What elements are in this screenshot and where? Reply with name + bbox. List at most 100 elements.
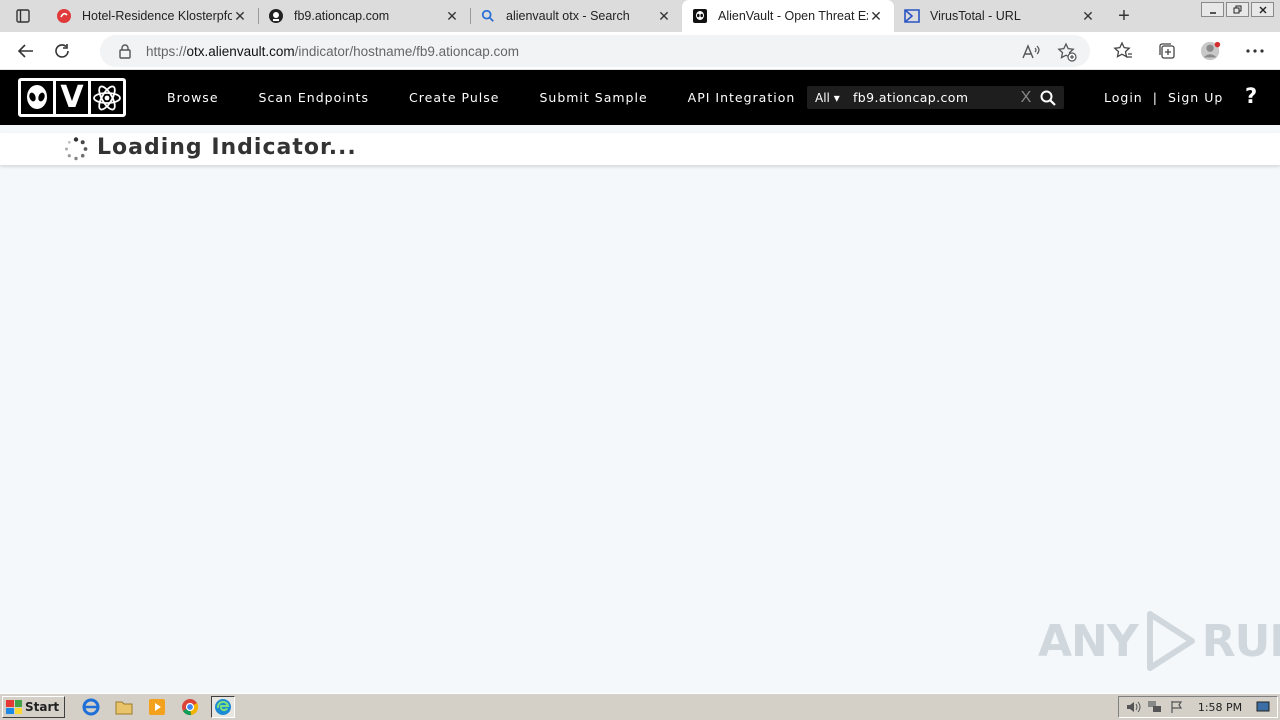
favorites-button[interactable] xyxy=(1112,40,1134,62)
tray-icons xyxy=(1125,700,1185,714)
help-icon[interactable]: ? xyxy=(1245,84,1257,108)
search-clear-icon[interactable]: X xyxy=(1017,89,1035,107)
lock-icon[interactable] xyxy=(118,43,132,59)
chrome-icon xyxy=(182,699,199,716)
browser-tab-hotel[interactable]: Hotel-Residence Klosterpfor ✕ xyxy=(46,0,258,32)
show-desktop-icon[interactable] xyxy=(1255,700,1271,714)
url-host: otx.alienvault.com xyxy=(186,43,295,59)
loading-bar: Loading Indicator... xyxy=(0,133,1280,165)
url-scheme: https:// xyxy=(146,43,187,59)
tab-title: VirusTotal - URL xyxy=(930,9,1021,23)
loading-text: Loading Indicator... xyxy=(97,135,357,160)
nav-browse-link[interactable]: Browse xyxy=(167,90,219,105)
restore-button[interactable] xyxy=(1226,2,1249,17)
system-tray: 1:58 PM xyxy=(1118,696,1278,718)
alien-logo-icon xyxy=(21,81,53,114)
tab-close-icon[interactable]: ✕ xyxy=(868,8,884,25)
collections-button[interactable] xyxy=(1156,40,1178,62)
watermark-text-right: RUN xyxy=(1201,615,1280,667)
search-scope-dropdown[interactable]: All ▾ xyxy=(807,91,847,105)
tab-close-icon[interactable]: ✕ xyxy=(656,8,672,25)
minimize-button[interactable] xyxy=(1201,2,1224,17)
media-player-taskbar-button[interactable] xyxy=(145,696,169,718)
nav-create-pulse-link[interactable]: Create Pulse xyxy=(409,90,499,105)
collections-icon xyxy=(1159,43,1175,59)
add-favorite-button[interactable] xyxy=(1056,41,1078,63)
search-input[interactable] xyxy=(847,90,1017,105)
avatar-icon xyxy=(1200,41,1221,61)
clock: 1:58 PM xyxy=(1197,700,1243,714)
nav-submit-sample-link[interactable]: Submit Sample xyxy=(539,90,647,105)
nav-api-integration-link[interactable]: API Integration xyxy=(688,90,796,105)
refresh-icon xyxy=(55,43,69,58)
play-logo-icon xyxy=(1146,611,1195,671)
folder-icon xyxy=(115,701,133,715)
auth-separator: | xyxy=(1152,90,1158,105)
read-aloud-button[interactable] xyxy=(1020,41,1042,63)
anyrun-watermark: ANY RUN xyxy=(1038,610,1280,672)
tab-title: Hotel-Residence Klosterpfor xyxy=(82,9,232,23)
start-button[interactable]: Start xyxy=(2,696,66,718)
tab-title: alienvault otx - Search xyxy=(506,9,630,23)
network-icon[interactable] xyxy=(1147,700,1163,714)
address-bar[interactable]: https://otx.alienvault.com/indicator/hos… xyxy=(100,35,1090,67)
search-icon xyxy=(1040,90,1056,106)
internet-explorer-icon xyxy=(82,698,100,716)
tab-close-icon[interactable]: ✕ xyxy=(444,8,460,25)
windows-taskbar: Start 1:58 PM xyxy=(0,693,1280,720)
nav-scan-endpoints-link[interactable]: Scan Endpoints xyxy=(259,90,370,105)
tab-actions-menu-button[interactable] xyxy=(0,0,46,32)
browser-toolbar: https://otx.alienvault.com/indicator/hos… xyxy=(0,32,1280,70)
action-center-flag-icon[interactable] xyxy=(1169,700,1185,714)
edge-icon xyxy=(215,699,232,715)
ie-taskbar-button[interactable] xyxy=(79,696,103,718)
close-icon xyxy=(1259,6,1266,13)
otx-logo[interactable]: V xyxy=(18,78,126,117)
minimize-icon xyxy=(1209,11,1216,14)
volume-icon[interactable] xyxy=(1125,700,1141,714)
otx-search-box: All ▾ X xyxy=(807,86,1064,109)
url-path: /indicator/hostname/fb9.ationcap.com xyxy=(294,43,519,59)
chrome-taskbar-button[interactable] xyxy=(178,696,202,718)
tab-title: AlienVault - Open Threat Ex xyxy=(718,9,868,23)
hacker-favicon-icon xyxy=(268,8,284,24)
browser-tab-alienvault[interactable]: AlienVault - Open Threat Ex ✕ xyxy=(682,0,894,32)
edge-taskbar-button[interactable] xyxy=(211,696,236,718)
media-player-icon xyxy=(149,699,166,715)
browser-tab-strip: Hotel-Residence Klosterpfor ✕ fb9.ationc… xyxy=(0,0,1280,32)
quick-launch xyxy=(79,696,236,718)
star-add-icon xyxy=(1057,42,1077,62)
auth-links: Login | Sign Up xyxy=(1104,70,1223,125)
login-link[interactable]: Login xyxy=(1104,90,1143,105)
signup-link[interactable]: Sign Up xyxy=(1168,90,1223,105)
hotel-favicon-icon xyxy=(56,8,72,24)
alienvault-favicon-icon xyxy=(692,8,708,24)
tab-actions-icon xyxy=(16,9,30,23)
watermark-text-left: ANY xyxy=(1038,615,1139,667)
browser-tab-search[interactable]: alienvault otx - Search ✕ xyxy=(470,0,682,32)
favorites-star-icon xyxy=(1113,41,1132,58)
refresh-button[interactable] xyxy=(44,36,80,66)
otx-header: V Browse Scan Endpoints Create Pulse Sub… xyxy=(0,70,1280,125)
profile-button[interactable] xyxy=(1200,40,1222,62)
browser-tab-fb9[interactable]: fb9.ationcap.com ✕ xyxy=(258,0,470,32)
back-button[interactable] xyxy=(8,36,44,66)
tab-close-icon[interactable]: ✕ xyxy=(1080,8,1096,25)
window-controls xyxy=(1199,2,1274,17)
otx-nav: Browse Scan Endpoints Create Pulse Submi… xyxy=(167,70,835,125)
tab-title: fb9.ationcap.com xyxy=(294,9,390,23)
more-dots-icon xyxy=(1246,49,1264,53)
settings-more-button[interactable] xyxy=(1244,40,1266,62)
browser-tab-virustotal[interactable]: VirusTotal - URL ✕ xyxy=(894,0,1106,32)
url-text: https://otx.alienvault.com/indicator/hos… xyxy=(146,44,519,59)
browser-tool-icons xyxy=(1112,40,1266,62)
logo-letter: V xyxy=(53,81,88,114)
close-window-button[interactable] xyxy=(1251,2,1274,17)
tab-close-icon[interactable]: ✕ xyxy=(232,8,248,25)
arrow-left-icon xyxy=(17,43,33,58)
logo-letter-text: V xyxy=(60,79,84,115)
search-submit-button[interactable] xyxy=(1035,90,1061,106)
atom-logo-icon xyxy=(88,81,123,114)
explorer-taskbar-button[interactable] xyxy=(112,696,136,718)
new-tab-button[interactable]: + xyxy=(1106,0,1142,32)
